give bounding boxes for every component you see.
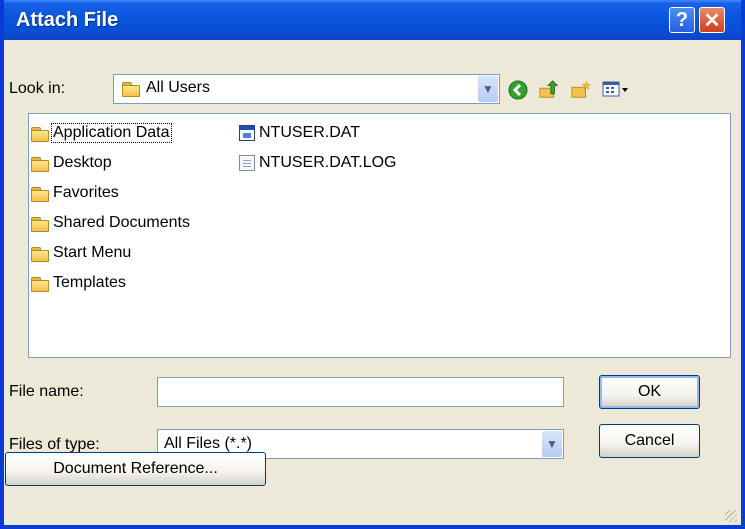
ok-button[interactable]: OK [599, 375, 700, 409]
new-folder-icon[interactable] [571, 80, 591, 100]
document-reference-button[interactable]: Document Reference... [5, 452, 266, 486]
look-in-dropdown[interactable]: All Users ▼ [113, 74, 500, 104]
title-bar[interactable]: Attach File ? ✕ [4, 0, 741, 40]
list-item[interactable]: Shared Documents [31, 211, 191, 235]
list-item[interactable]: NTUSER.DAT [239, 121, 361, 145]
list-item-label: Shared Documents [53, 214, 190, 231]
look-in-value: All Users [146, 79, 211, 96]
chevron-down-icon[interactable]: ▼ [542, 431, 562, 457]
back-icon[interactable] [508, 80, 528, 100]
close-icon: ✕ [703, 9, 721, 32]
text-file-icon [239, 155, 255, 171]
list-item-label: Templates [53, 274, 126, 291]
shared-folder-icon [31, 216, 49, 232]
close-button[interactable]: ✕ [699, 7, 725, 33]
list-item-label: NTUSER.DAT.LOG [259, 154, 397, 171]
up-folder-icon[interactable] [539, 80, 559, 100]
list-item-label: Desktop [53, 154, 112, 171]
dat-file-icon [239, 125, 255, 141]
list-item-label: Favorites [53, 184, 119, 201]
list-item-label: NTUSER.DAT [259, 124, 361, 141]
help-icon: ? [675, 8, 689, 31]
window-title: Attach File [16, 9, 119, 31]
folder-icon [122, 82, 140, 97]
resize-grip[interactable] [725, 510, 737, 522]
list-item[interactable]: Desktop [31, 151, 113, 175]
folder-icon [31, 126, 49, 142]
chevron-down-icon[interactable]: ▼ [478, 76, 498, 102]
look-in-label: Look in: [9, 80, 66, 97]
list-item[interactable]: Templates [31, 271, 127, 295]
folder-icon [31, 276, 49, 292]
folder-icon [31, 246, 49, 262]
folder-icon [31, 156, 49, 172]
list-item[interactable]: NTUSER.DAT.LOG [239, 151, 398, 175]
files-of-type-value: All Files (*.*) [164, 435, 253, 452]
list-item[interactable]: Favorites [31, 181, 120, 205]
file-list[interactable]: Application Data Desktop Favorites Share… [28, 113, 731, 358]
folder-icon [31, 186, 49, 202]
cancel-button[interactable]: Cancel [599, 424, 700, 458]
list-item-label: Start Menu [53, 244, 132, 261]
help-button[interactable]: ? [669, 7, 695, 33]
attach-file-dialog: Attach File ? ✕ Look in: All Users ▼ App… [0, 0, 745, 529]
list-item-label: Application Data [51, 123, 172, 143]
file-name-label: File name: [9, 383, 84, 400]
list-item[interactable]: Start Menu [31, 241, 132, 265]
file-name-input[interactable] [157, 377, 564, 407]
view-menu-icon[interactable] [602, 80, 630, 100]
list-item[interactable]: Application Data [31, 121, 172, 145]
